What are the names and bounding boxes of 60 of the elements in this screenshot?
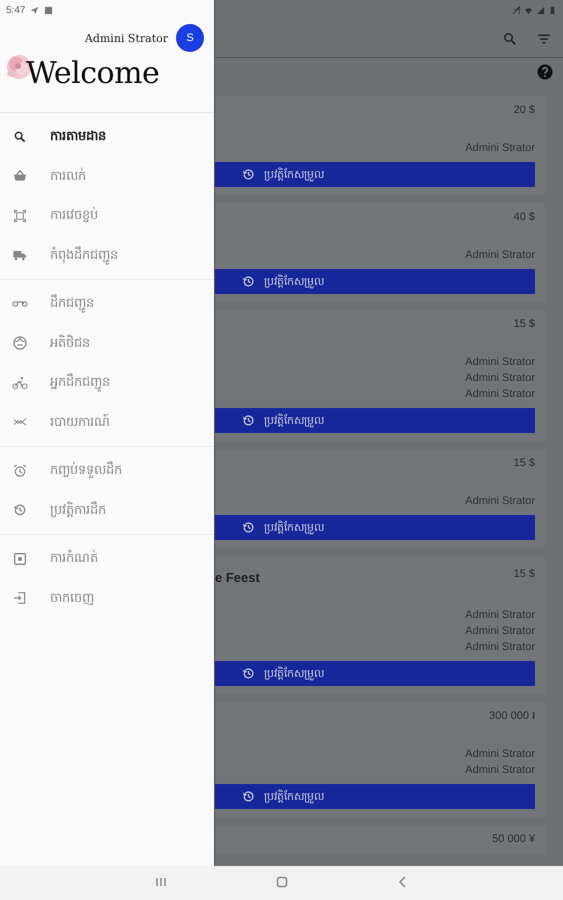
staff-name: Admini Strator <box>465 608 535 623</box>
frame-icon <box>12 208 28 224</box>
history-icon <box>241 520 256 535</box>
edit-history-button[interactable]: ប្រវត្តិកែសម្រួល <box>215 661 535 686</box>
signal-icon <box>536 6 545 14</box>
staff-name: Admini Strator <box>465 494 535 509</box>
edit-history-button[interactable]: ប្រវត្តិកែសម្រួល <box>215 408 535 433</box>
order-card[interactable]: 300 000 ៛ Admini Strator Admini Strator ប្រវត្តិកែសម្រួល <box>215 702 545 817</box>
alarm-clock-icon <box>12 462 28 479</box>
order-price: 20 $ <box>514 104 535 116</box>
history-icon <box>12 502 28 518</box>
history-icon <box>241 274 256 289</box>
avatar[interactable]: S <box>176 24 204 52</box>
edit-history-button[interactable]: ប្រវត្តិកែសម្រួល <box>215 515 535 540</box>
edit-history-button[interactable]: ប្រវត្តិកែសម្រួល <box>215 784 535 809</box>
staff-name: Admini Strator <box>465 747 535 762</box>
edit-history-button[interactable]: ប្រវត្តិកែសម្រួល <box>215 162 535 187</box>
motorbike-icon <box>12 300 28 308</box>
battery-icon <box>548 6 557 14</box>
navigation-icon <box>30 6 40 14</box>
user-name: Admini Strator <box>84 32 168 44</box>
staff-name: Admini Strator <box>465 640 535 655</box>
staff-name: Admini Strator <box>465 371 535 386</box>
image-icon <box>44 6 54 14</box>
mute-icon <box>512 6 521 14</box>
history-icon <box>241 789 256 804</box>
order-price: 15 $ <box>514 568 535 580</box>
edit-history-button[interactable]: ប្រវត្តិកែសម្រួល <box>215 269 535 294</box>
history-icon <box>241 167 256 182</box>
help-icon[interactable] <box>537 64 553 80</box>
order-card[interactable]: 15 $ Admini Strator ប្រវត្តិកែសម្រួល <box>215 449 545 548</box>
order-card[interactable]: 20 $ Admini Strator ប្រវត្តិកែសម្រួល <box>215 96 545 195</box>
status-time: 5:47 <box>6 4 26 16</box>
trend-icon <box>12 418 28 426</box>
order-price: 300 000 ៛ <box>489 709 535 724</box>
staff-name: Admini Strator <box>465 763 535 778</box>
search-icon <box>12 128 28 145</box>
face-icon <box>12 335 28 352</box>
staff-name: Admini Strator <box>465 248 535 263</box>
welcome-title: Welcome <box>26 56 160 91</box>
staff-name: Admini Strator <box>465 355 535 370</box>
logout-icon <box>12 590 28 606</box>
order-card[interactable]: 15 $ Admini Strator Admini Strator Admini Strator ប្រវត្តិកែសម្រួល <box>215 310 545 441</box>
order-title: e Feest <box>215 569 260 585</box>
staff-name: Admini Strator <box>465 387 535 402</box>
cyclist-icon <box>12 374 28 391</box>
order-price: 15 $ <box>514 318 535 330</box>
settings-icon <box>12 550 28 567</box>
order-card[interactable]: 40 $ Admini Strator ប្រវត្តិកែសម្រួល <box>215 203 545 302</box>
menu-item[interactable]: ការតាមដាន <box>0 117 214 156</box>
history-icon <box>241 666 256 681</box>
staff-name: Admini Strator <box>465 624 535 639</box>
wifi-icon <box>524 6 533 14</box>
order-price: 50 000 ¥ <box>492 833 535 845</box>
order-price: 40 $ <box>514 211 535 223</box>
staff-name: Admini Strator <box>465 141 535 156</box>
history-icon <box>241 413 256 428</box>
order-card[interactable]: e Feest 15 $ Admini Strator Admini Strator Admini Strator ប្រវត្តិកែសម្រួល <box>215 556 545 694</box>
order-price: 15 $ <box>514 457 535 469</box>
home-icon <box>274 874 288 888</box>
